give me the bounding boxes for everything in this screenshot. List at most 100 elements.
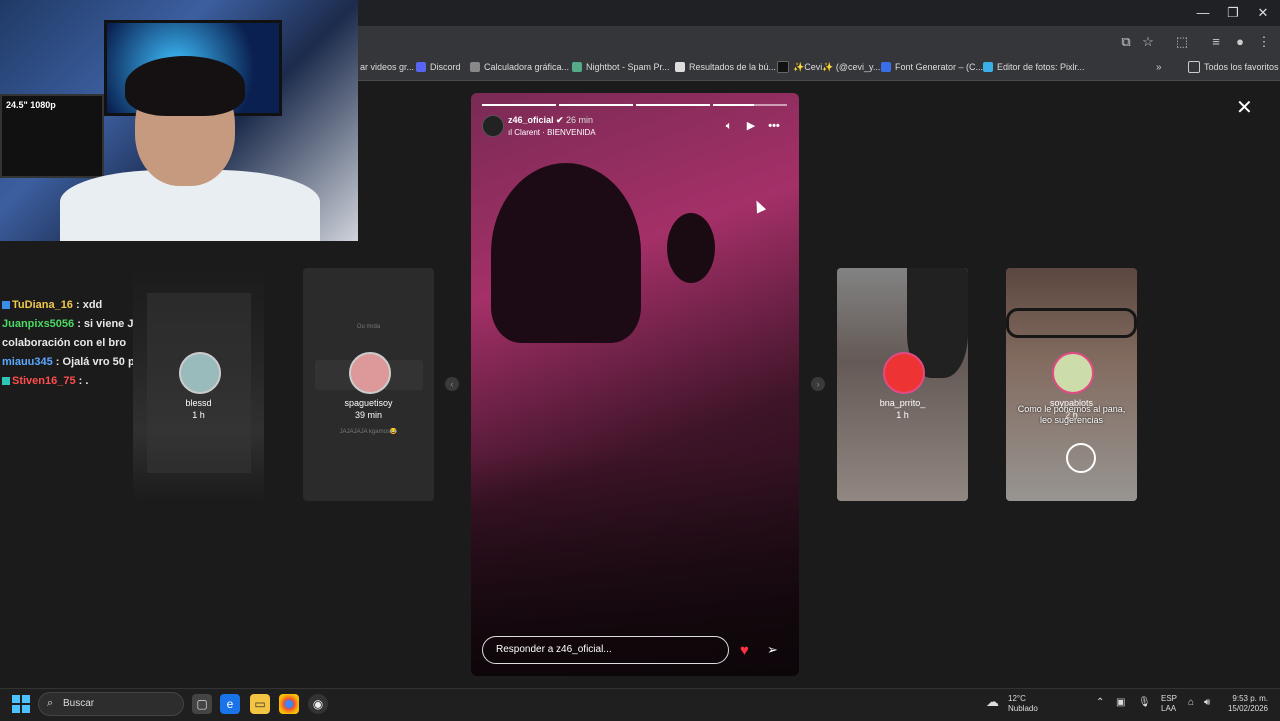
profile-avatar[interactable]: ● bbox=[1230, 32, 1250, 52]
clock[interactable]: 9:53 p. m. 15/02/2026 bbox=[1224, 694, 1268, 714]
bookmark-item[interactable]: Editor de fotos: Pixlr... bbox=[983, 59, 1085, 75]
bookmark-label: Font Generator – (C... bbox=[895, 62, 984, 72]
tray-chevron-up-icon[interactable]: ⌃ bbox=[1096, 698, 1104, 708]
extensions-icon[interactable]: ⬚ bbox=[1172, 32, 1192, 52]
story-overlay-text: JAJAJAJA kgamos😂 bbox=[339, 429, 398, 435]
music-label: Clarent · BIENVENIDA bbox=[514, 128, 596, 137]
chrome-icon[interactable] bbox=[279, 694, 299, 714]
avatar bbox=[1052, 352, 1094, 394]
bookmark-item[interactable]: Discord bbox=[416, 59, 461, 75]
bookmark-item[interactable]: Calculadora gráfica... bbox=[470, 59, 569, 75]
story-username: blessd bbox=[185, 398, 212, 408]
story-time: 1 h bbox=[192, 410, 205, 420]
story-author-name[interactable]: z46_oficial ✔ bbox=[508, 115, 564, 126]
story-time: 26 min bbox=[566, 115, 594, 125]
bookmark-label: ar videos gr... bbox=[360, 62, 415, 72]
chat-username: Juanpixs5056 bbox=[2, 318, 75, 330]
reply-placeholder: Responder a z46_oficial... bbox=[496, 644, 612, 655]
speaker-icon[interactable]: 🔊︎ bbox=[1204, 698, 1210, 708]
media-control-icon[interactable]: ≡ bbox=[1206, 32, 1226, 52]
story-username: bna_prrito_ bbox=[879, 398, 926, 408]
weather-widget[interactable]: 12°C Nublado bbox=[1008, 694, 1038, 714]
reply-input[interactable]: Responder a z46_oficial... bbox=[482, 636, 729, 664]
story-author-avatar[interactable] bbox=[482, 115, 504, 137]
story-caption: Como le ponemos al pana, leo sugerencias bbox=[1017, 404, 1126, 425]
language-indicator[interactable]: ESP LAA bbox=[1161, 694, 1177, 714]
tray-app-icon[interactable]: ▣ bbox=[1116, 698, 1125, 708]
chat-text: : xdd bbox=[72, 299, 103, 311]
webcam-overlay: 24.5" 1080p bbox=[0, 0, 358, 241]
chat-username: TuDiana_16 bbox=[12, 299, 73, 311]
bookmark-item[interactable]: Nightbot - Spam Pr... bbox=[572, 59, 670, 75]
file-explorer-icon[interactable]: ▭ bbox=[250, 694, 270, 714]
story-progress-segment bbox=[559, 104, 633, 106]
cloud-icon: ☁ bbox=[986, 694, 999, 709]
like-heart-icon[interactable]: ♥ bbox=[740, 642, 749, 659]
discord-icon bbox=[416, 62, 426, 72]
document-icon bbox=[675, 62, 685, 72]
bookmark-item[interactable]: ✨Cevi✨ (@cevi_y... bbox=[777, 59, 880, 75]
story-card-soypablots[interactable]: soypablots 2 h Como le ponemos al pana, … bbox=[1006, 268, 1137, 501]
taskbar-search[interactable]: ⌕ Buscar bbox=[38, 692, 184, 716]
story-overlay-text: Ou mrda bbox=[356, 324, 381, 330]
close-viewer-icon[interactable]: ✕ bbox=[1236, 95, 1253, 120]
send-icon[interactable]: ➢ bbox=[767, 642, 778, 658]
story-progress-segment bbox=[636, 104, 710, 106]
search-icon: ⌕ bbox=[47, 697, 54, 709]
bookmark-item[interactable]: Resultados de la bú... bbox=[675, 59, 776, 75]
streamer-hair bbox=[125, 56, 245, 116]
bookmark-item[interactable]: Font Generator – (C... bbox=[881, 59, 983, 75]
clock-date: 15/02/2026 bbox=[1227, 704, 1268, 713]
microphone-icon[interactable]: 🎙︎ bbox=[1138, 698, 1151, 708]
badge-icon bbox=[2, 301, 10, 310]
network-icon[interactable]: ⌂ bbox=[1188, 698, 1194, 708]
windows-start-icon[interactable] bbox=[12, 695, 30, 713]
previous-story-chevron-left-icon[interactable]: ‹ bbox=[445, 377, 459, 391]
install-app-icon[interactable]: ⧉ bbox=[1116, 32, 1136, 52]
story-music[interactable]: ıl Clarent · BIENVENIDA bbox=[508, 128, 596, 137]
more-options-icon[interactable]: ••• bbox=[767, 119, 781, 133]
bookmark-item[interactable]: ar videos gr... bbox=[360, 59, 414, 75]
story-progress-fill bbox=[713, 104, 754, 106]
browser-menu-icon[interactable]: ⋮ bbox=[1254, 32, 1274, 52]
bookmark-label: Calculadora gráfica... bbox=[484, 62, 570, 72]
folder-icon bbox=[1188, 61, 1200, 73]
volume-icon[interactable]: 🔈︎ bbox=[722, 119, 736, 133]
bookmark-star-icon[interactable]: ☆ bbox=[1138, 32, 1158, 52]
edge-icon[interactable]: e bbox=[220, 694, 240, 714]
minimize-icon[interactable]: — bbox=[1190, 4, 1216, 22]
clock-time: 9:53 p. m. bbox=[1232, 694, 1268, 703]
story-username: spaguetisoy bbox=[344, 398, 393, 408]
font-generator-icon bbox=[881, 62, 891, 72]
restore-icon[interactable]: ❐ bbox=[1220, 4, 1246, 22]
avatar bbox=[883, 352, 925, 394]
circle-sticker bbox=[1066, 443, 1096, 473]
main-story-viewer[interactable] bbox=[471, 93, 799, 676]
weather-desc: Nublado bbox=[1008, 704, 1038, 713]
obs-icon[interactable]: ◉ bbox=[308, 694, 328, 714]
task-view-icon[interactable]: ▢ bbox=[192, 694, 212, 714]
monitor-box-label: 24.5" 1080p bbox=[6, 100, 56, 110]
more-bookmarks-chevron-icon[interactable]: » bbox=[1156, 59, 1162, 75]
search-label: Buscar bbox=[63, 698, 95, 709]
play-icon[interactable]: ▶ bbox=[744, 119, 758, 133]
next-story-chevron-right-icon[interactable]: › bbox=[811, 377, 825, 391]
language-layout: LAA bbox=[1161, 704, 1177, 713]
story-card-bna-prrito[interactable]: bna_prrito_ 1 h bbox=[837, 268, 968, 501]
bookmark-label: Resultados de la bú... bbox=[689, 62, 777, 72]
chat-text: : . bbox=[75, 375, 89, 387]
weather-temp: 12°C bbox=[1008, 694, 1026, 703]
avatar bbox=[349, 352, 391, 394]
story-card-blessd[interactable]: blessd 1 h bbox=[133, 268, 264, 501]
story-time: 1 h bbox=[896, 410, 909, 420]
story-progress-segment bbox=[482, 104, 556, 106]
all-bookmarks-folder[interactable]: Todos los favoritos bbox=[1188, 59, 1279, 75]
story-card-spaguetisoy[interactable]: Ou mrda spaguetisoy 39 min JAJAJAJA kgam… bbox=[303, 268, 434, 501]
person-silhouette bbox=[491, 163, 641, 343]
bookmark-label: Editor de fotos: Pixlr... bbox=[997, 62, 1085, 72]
nightbot-icon bbox=[572, 62, 582, 72]
avatar bbox=[179, 352, 221, 394]
close-window-icon[interactable]: ✕ bbox=[1250, 4, 1276, 22]
story-time: 39 min bbox=[354, 410, 382, 420]
story-username: z46_oficial bbox=[508, 115, 554, 125]
